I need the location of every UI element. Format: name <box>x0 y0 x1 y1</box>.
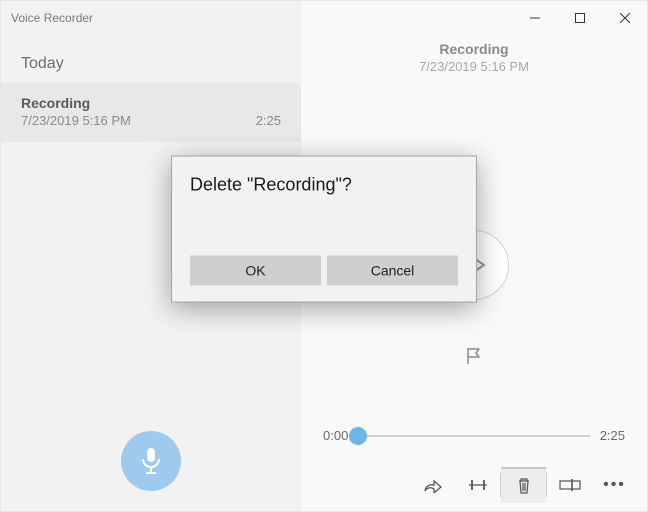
dialog-title: Delete "Recording"? <box>190 175 458 196</box>
dialog-ok-button[interactable]: OK <box>190 256 321 286</box>
voice-recorder-window: Voice Recorder Today Recording 7/23/2019… <box>0 0 648 512</box>
dialog-cancel-button[interactable]: Cancel <box>327 256 458 286</box>
delete-confirm-dialog: Delete "Recording"? OK Cancel <box>171 156 477 303</box>
dialog-overlay: Delete "Recording"? OK Cancel <box>1 1 647 511</box>
